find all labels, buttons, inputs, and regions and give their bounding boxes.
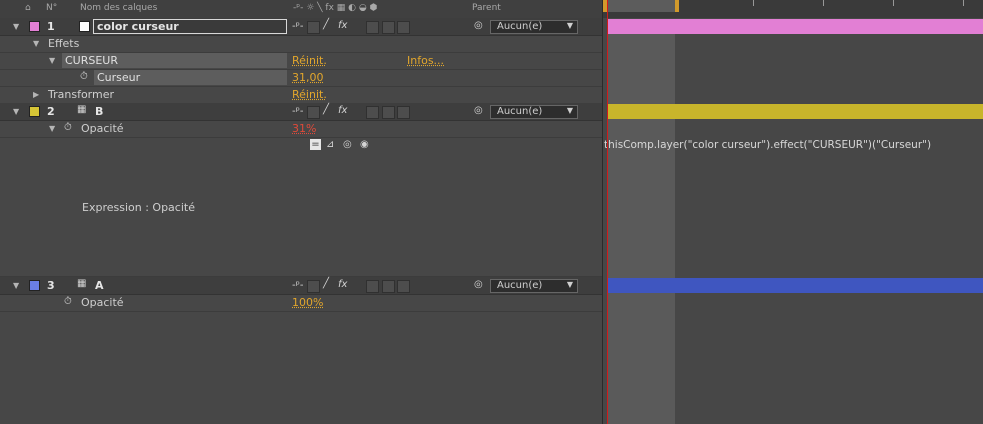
header-number: N° — [46, 3, 58, 13]
transform-group-row[interactable]: ▶ Transformer Réinit. — [0, 86, 603, 104]
layer-name[interactable]: B — [95, 105, 103, 118]
property-name-highlight[interactable]: Curseur — [94, 70, 287, 85]
reset-link[interactable]: Réinit. — [292, 88, 327, 101]
parent-dropdown[interactable]: Aucun(e) ▼ — [490, 105, 578, 119]
pickwhip-icon[interactable]: ◎ — [343, 139, 352, 150]
layer-name-edit-field[interactable]: color curseur — [93, 19, 287, 34]
panel-divider[interactable] — [602, 0, 603, 424]
expression-driven-value[interactable]: 31% — [292, 122, 316, 135]
effect-name-highlight[interactable]: CURSEUR — [62, 53, 287, 68]
graph-icon[interactable]: ⊿ — [326, 139, 334, 150]
precomp-icon: ▦ — [77, 104, 87, 115]
quality-slash-icon[interactable]: ╱ — [323, 278, 329, 289]
pickwhip-icon[interactable]: ◎ — [474, 105, 483, 116]
solid-layer-icon — [79, 21, 90, 32]
switch-box[interactable] — [382, 106, 395, 119]
header-layer-name[interactable]: Nom des calques — [80, 3, 157, 13]
work-area-bar[interactable] — [607, 0, 679, 12]
property-name: Opacité — [81, 296, 124, 309]
label-color-swatch[interactable] — [29, 280, 40, 291]
expression-code-field[interactable]: thisComp.layer("color curseur").effect("… — [604, 139, 983, 155]
expression-row: = ⊿ ◎ ◉ Expression : Opacité — [0, 137, 603, 277]
twirl-down-icon[interactable]: ▼ — [13, 22, 19, 31]
switch-box[interactable] — [366, 21, 379, 34]
layer-row-1[interactable]: ▼ 1 color curseur -ᵖ- ╱ fx ◎ Aucun(e) ▼ — [0, 18, 603, 36]
twirl-down-icon[interactable]: ▼ — [13, 107, 19, 116]
layer-3-duration-bar[interactable] — [608, 278, 983, 293]
switch-box[interactable] — [307, 280, 320, 293]
label-color-swatch[interactable] — [29, 106, 40, 117]
layer-1-duration-bar[interactable] — [608, 19, 983, 34]
label-tag-icon: ⌂ — [25, 3, 31, 13]
twirl-down-icon[interactable]: ▼ — [49, 56, 55, 65]
work-area-shade — [607, 19, 675, 424]
effects-group-row[interactable]: ▼ Effets — [0, 35, 603, 53]
pickwhip-icon[interactable]: ◎ — [474, 20, 483, 31]
effect-curseur-row[interactable]: ▼ CURSEUR Réinit. Infos... — [0, 52, 603, 70]
switch-box[interactable] — [366, 280, 379, 293]
switch-box[interactable] — [382, 21, 395, 34]
twirl-down-icon[interactable]: ▼ — [49, 124, 55, 133]
twirl-down-icon[interactable]: ▼ — [13, 281, 19, 290]
precomp-icon: ▦ — [77, 278, 87, 289]
transform-label: Transformer — [48, 88, 115, 101]
about-link[interactable]: Infos... — [407, 54, 444, 67]
quality-slash-icon[interactable]: ╱ — [323, 104, 329, 115]
work-area-end-handle[interactable] — [675, 0, 679, 12]
slider-value[interactable]: 31,00 — [292, 71, 324, 84]
switch-box[interactable] — [307, 106, 320, 119]
quality-slash-icon[interactable]: ╱ — [323, 19, 329, 30]
label-color-swatch[interactable] — [29, 21, 40, 32]
expression-label: Expression : Opacité — [82, 201, 195, 214]
time-ruler[interactable] — [603, 0, 983, 18]
switch-box[interactable] — [397, 21, 410, 34]
switch-box[interactable] — [397, 106, 410, 119]
chevron-down-icon: ▼ — [566, 280, 573, 289]
effects-label: Effets — [48, 37, 80, 50]
layer-name[interactable]: color curseur — [97, 20, 179, 33]
property-curseur-row[interactable]: ⏱ Curseur 31,00 — [0, 69, 603, 87]
layer-number: 2 — [47, 105, 55, 118]
switch-box[interactable] — [397, 280, 410, 293]
property-name: Curseur — [97, 71, 141, 84]
language-menu-icon[interactable]: ◉ — [360, 139, 369, 150]
layer-row-2[interactable]: ▼ 2 ▦ B -ᵖ- ╱ fx ◎ Aucun(e) ▼ — [0, 103, 603, 121]
property-name: Opacité — [81, 122, 124, 135]
parent-dropdown[interactable]: Aucun(e) ▼ — [490, 279, 578, 293]
layer-number: 3 — [47, 279, 55, 292]
layer-panel-header: ⌂ N° Nom des calques -ᵖ- ☼ ╲ fx ▦ ◐ ◒ ⬢ … — [0, 0, 603, 19]
opacity-value[interactable]: 100% — [292, 296, 323, 309]
switch-box[interactable] — [307, 21, 320, 34]
fx-icon[interactable]: fx — [338, 279, 347, 290]
layer-row-3[interactable]: ▼ 3 ▦ A -ᵖ- ╱ fx ◎ Aucun(e) ▼ — [0, 277, 603, 295]
stopwatch-icon[interactable]: ⏱ — [64, 296, 72, 307]
expression-enable-icon[interactable]: = — [310, 139, 321, 150]
chevron-down-icon: ▼ — [566, 106, 573, 115]
current-time-indicator[interactable] — [607, 0, 608, 424]
opacity-row-b[interactable]: ▼ ⏱ Opacité 31% — [0, 120, 603, 138]
switch-box[interactable] — [366, 106, 379, 119]
layer-number: 1 — [47, 20, 55, 33]
reset-link[interactable]: Réinit. — [292, 54, 327, 67]
layer-name[interactable]: A — [95, 279, 104, 292]
layer-2-duration-bar[interactable] — [608, 104, 983, 119]
header-parent: Parent — [472, 3, 501, 13]
stopwatch-icon[interactable]: ⏱ — [64, 122, 72, 133]
opacity-row-a[interactable]: ⏱ Opacité 100% — [0, 294, 603, 312]
chevron-down-icon: ▼ — [566, 21, 573, 30]
effect-name: CURSEUR — [65, 54, 119, 67]
collapse-switch-icon[interactable]: -ᵖ- — [292, 106, 304, 117]
parent-dropdown[interactable]: Aucun(e) ▼ — [490, 20, 578, 34]
stopwatch-icon[interactable]: ⏱ — [80, 71, 88, 82]
fx-icon[interactable]: fx — [338, 20, 347, 31]
pickwhip-icon[interactable]: ◎ — [474, 279, 483, 290]
twirl-down-icon[interactable]: ▼ — [33, 39, 39, 48]
collapse-switch-icon[interactable]: -ᵖ- — [292, 21, 304, 32]
fx-icon[interactable]: fx — [338, 105, 347, 116]
switch-box[interactable] — [382, 280, 395, 293]
twirl-right-icon[interactable]: ▶ — [33, 90, 39, 99]
collapse-switch-icon[interactable]: -ᵖ- — [292, 280, 304, 291]
switches-header-icons: -ᵖ- ☼ ╲ fx ▦ ◐ ◒ ⬢ — [293, 3, 378, 13]
